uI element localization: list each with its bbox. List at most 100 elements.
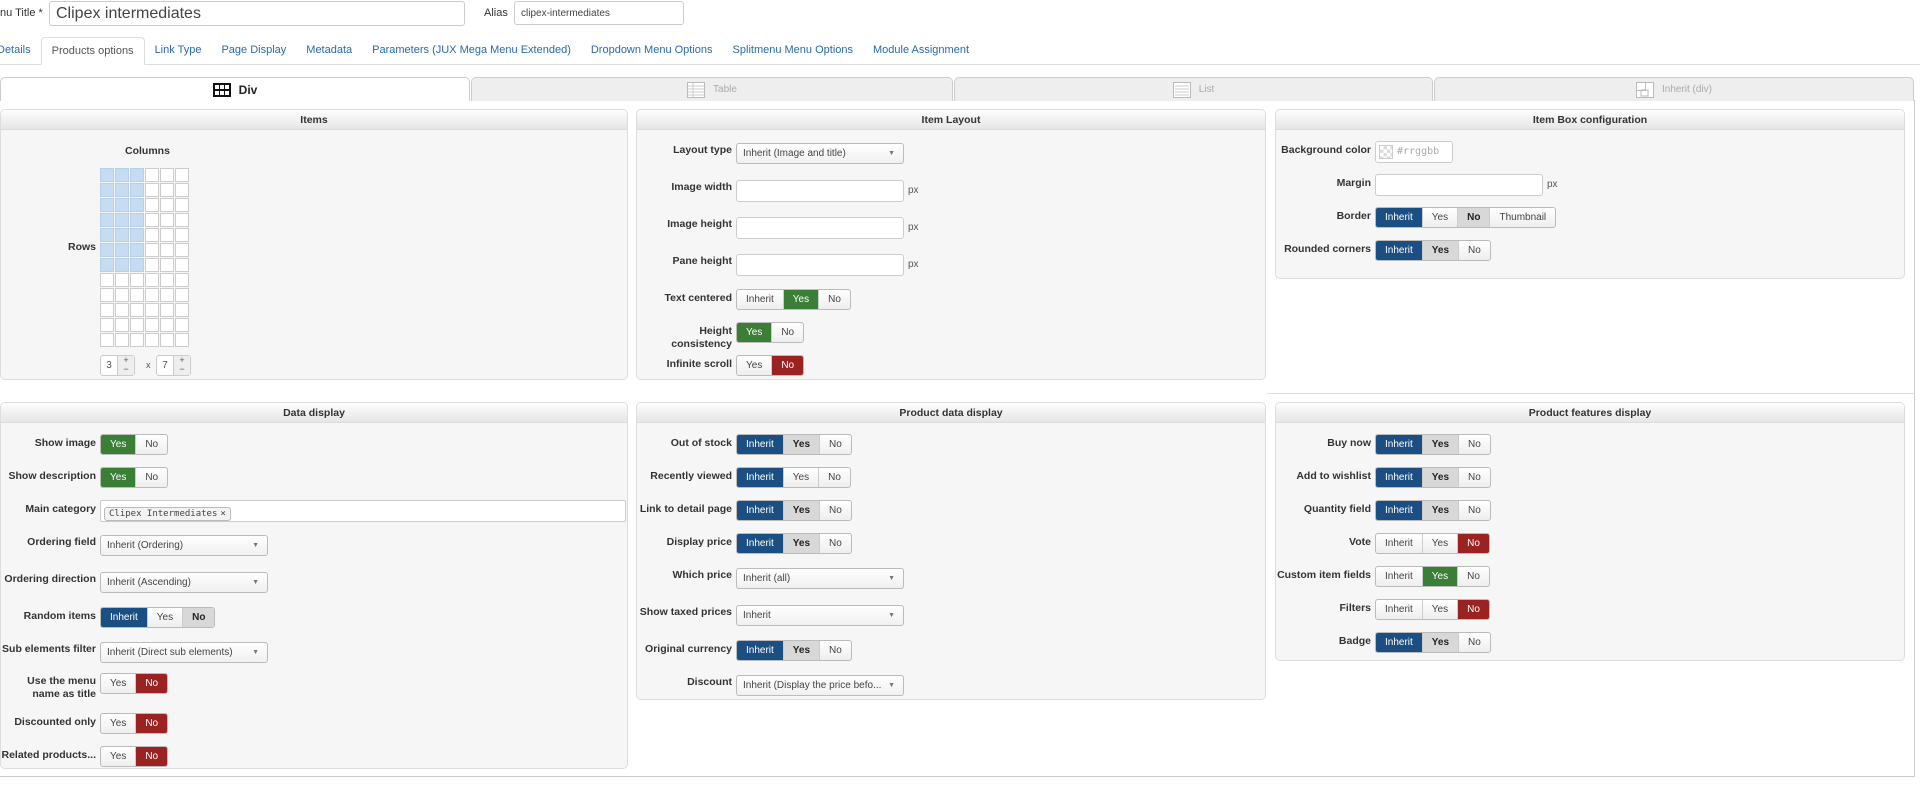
minus-icon[interactable]: − [118, 365, 134, 374]
grid-cell[interactable] [115, 288, 129, 302]
discount-select[interactable]: Inherit (Display the price befo... ▼ [736, 675, 904, 696]
option-no-button[interactable]: No [819, 468, 850, 487]
ordering-direction-select[interactable]: Inherit (Ascending) ▼ [100, 572, 268, 593]
option-no-button[interactable]: No [136, 714, 168, 733]
grid-cell[interactable] [100, 168, 114, 182]
option-yes-button[interactable]: Yes [1423, 208, 1459, 227]
layout-type-select[interactable]: Inherit (Image and title) ▼ [736, 143, 904, 164]
grid-cell[interactable] [145, 258, 159, 272]
grid-cell[interactable] [115, 213, 129, 227]
grid-cell[interactable] [130, 288, 144, 302]
use-the-menu-name-as-title-toggle[interactable]: Yes No [100, 673, 169, 694]
grid-cell[interactable] [130, 198, 144, 212]
grid-cell[interactable] [115, 333, 129, 347]
grid-cell[interactable] [145, 198, 159, 212]
show-description-toggle[interactable]: Yes No [100, 467, 169, 488]
tab-link-type[interactable]: Link Type [145, 37, 212, 64]
recently-viewed-toggle[interactable]: Inherit Yes No [736, 467, 851, 488]
related-products-toggle[interactable]: Yes No [100, 746, 169, 767]
option-no-button[interactable]: No [772, 356, 804, 375]
alias-input[interactable] [514, 1, 684, 25]
columns-plus-minus[interactable]: + − [117, 356, 134, 375]
columns-stepper[interactable]: 3 + − [100, 355, 135, 376]
layout-tab-table[interactable]: Table [471, 77, 953, 101]
option-no-button[interactable]: No [820, 641, 851, 660]
tab-dropdown-menu-options[interactable]: Dropdown Menu Options [581, 37, 723, 64]
grid-cell[interactable] [115, 318, 129, 332]
grid-cell[interactable] [175, 213, 189, 227]
grid-cell[interactable] [130, 168, 144, 182]
grid-cell[interactable] [115, 273, 129, 287]
grid-cell[interactable] [100, 258, 114, 272]
grid-cell[interactable] [100, 243, 114, 257]
grid-selector[interactable] [100, 168, 189, 347]
option-inherit-button[interactable]: Inherit [737, 290, 784, 309]
grid-cell[interactable] [160, 318, 174, 332]
option-inherit-button[interactable]: Inherit [1376, 208, 1423, 227]
option-no-button[interactable]: No [136, 747, 168, 766]
display-price-toggle[interactable]: Inherit Yes No [736, 533, 852, 554]
grid-cell[interactable] [115, 243, 129, 257]
grid-cell[interactable] [100, 333, 114, 347]
option-inherit-button[interactable]: Inherit [1376, 567, 1423, 586]
option-yes-button[interactable]: Yes [1422, 241, 1460, 260]
option-yes-button[interactable]: Yes [737, 323, 773, 342]
grid-cell[interactable] [145, 228, 159, 242]
option-yes-button[interactable]: Yes [1422, 468, 1460, 487]
option-no-button[interactable]: No [183, 608, 215, 627]
option-inherit-button[interactable]: Inherit [1376, 468, 1423, 487]
show-image-toggle[interactable]: Yes No [100, 434, 169, 455]
buy-now-toggle[interactable]: Inherit Yes No [1375, 434, 1491, 455]
option-no-button[interactable]: No [820, 534, 851, 553]
option-inherit-button[interactable]: Inherit [737, 534, 784, 553]
margin-input[interactable] [1375, 173, 1543, 196]
tab-metadata[interactable]: Metadata [296, 37, 362, 64]
option-inherit-button[interactable]: Inherit [1376, 534, 1423, 553]
option-yes-button[interactable]: Yes [783, 501, 821, 520]
grid-cell[interactable] [115, 168, 129, 182]
image-height-input[interactable] [736, 216, 904, 239]
rounded-corners-toggle[interactable]: Inherit Yes No [1375, 240, 1491, 261]
which-price-select[interactable]: Inherit (all) ▼ [736, 568, 904, 589]
grid-cell[interactable] [100, 198, 114, 212]
grid-cell[interactable] [115, 258, 129, 272]
option-no-button[interactable]: No [1458, 567, 1489, 586]
quantity-field-toggle[interactable]: Inherit Yes No [1375, 500, 1491, 521]
option-yes-button[interactable]: Yes [1422, 501, 1460, 520]
discounted-only-toggle[interactable]: Yes No [100, 713, 169, 734]
grid-cell[interactable] [100, 303, 114, 317]
link-to-detail-page-toggle[interactable]: Inherit Yes No [736, 500, 852, 521]
grid-cell[interactable] [175, 333, 189, 347]
background-color-input[interactable]: #rrggbb [1375, 140, 1453, 163]
option-no-button[interactable]: No [1459, 633, 1490, 652]
option-inherit-button[interactable]: Inherit [101, 608, 148, 627]
grid-cell[interactable] [130, 228, 144, 242]
option-inherit-button[interactable]: Inherit [1376, 600, 1423, 619]
option-no-button[interactable]: No [1459, 435, 1490, 454]
grid-cell[interactable] [160, 213, 174, 227]
option-no-button[interactable]: No [820, 501, 851, 520]
option-no-button[interactable]: No [1458, 600, 1489, 619]
grid-cell[interactable] [160, 273, 174, 287]
option-no-button[interactable]: No [1459, 241, 1490, 260]
option-yes-button[interactable]: Yes [1423, 534, 1459, 553]
grid-cell[interactable] [100, 318, 114, 332]
grid-cell[interactable] [160, 258, 174, 272]
grid-cell[interactable] [130, 243, 144, 257]
grid-cell[interactable] [145, 168, 159, 182]
grid-cell[interactable] [175, 303, 189, 317]
layout-tab-div[interactable]: Div [0, 77, 470, 101]
grid-cell[interactable] [160, 168, 174, 182]
layout-tab-inherit-div[interactable]: Inherit (div) [1434, 77, 1914, 101]
grid-cell[interactable] [145, 213, 159, 227]
tab-parameters-jux-mega-menu-extended[interactable]: Parameters (JUX Mega Menu Extended) [362, 37, 581, 64]
option-yes-button[interactable]: Yes [783, 290, 820, 309]
option-yes-button[interactable]: Yes [148, 608, 184, 627]
grid-cell[interactable] [115, 228, 129, 242]
option-yes-button[interactable]: Yes [1422, 435, 1460, 454]
grid-cell[interactable] [145, 303, 159, 317]
grid-cell[interactable] [160, 243, 174, 257]
option-inherit-button[interactable]: Inherit [737, 468, 784, 487]
grid-cell[interactable] [100, 183, 114, 197]
custom-item-fields-toggle[interactable]: Inherit Yes No [1375, 566, 1490, 587]
